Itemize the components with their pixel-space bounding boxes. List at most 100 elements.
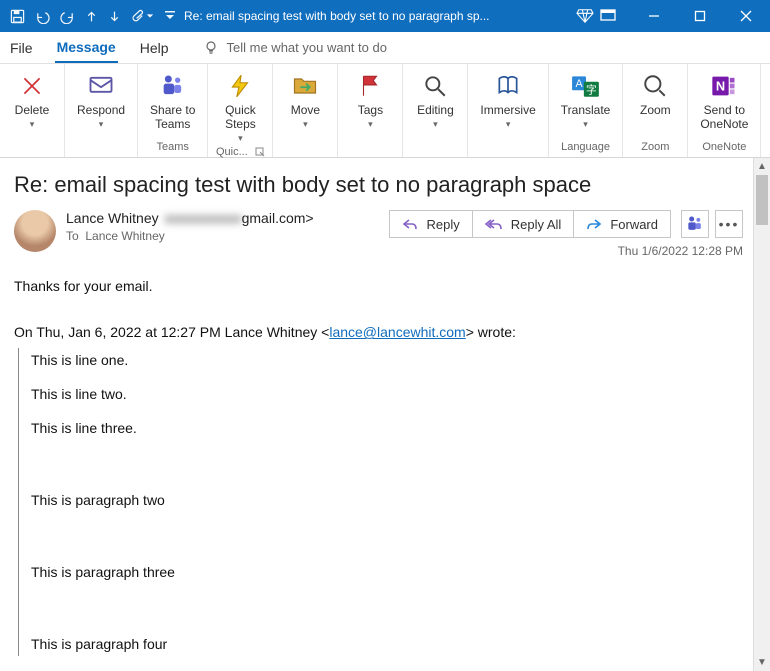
scroll-up-arrow[interactable]: ▲ — [754, 158, 770, 175]
tab-file[interactable]: File — [8, 34, 35, 62]
group-label: Teams — [157, 139, 189, 155]
search-icon — [419, 70, 451, 102]
teams-chat-button[interactable] — [681, 210, 709, 238]
share-to-teams-button[interactable]: Share to Teams — [144, 68, 201, 134]
next-item-icon[interactable] — [108, 9, 121, 24]
tags-button[interactable]: Tags ▾ — [344, 68, 396, 132]
delete-icon — [16, 70, 48, 102]
group-label: Language — [561, 139, 610, 155]
group-label: Zoom — [641, 139, 669, 155]
reply-all-icon — [485, 217, 503, 231]
translate-button[interactable]: A字 Translate ▾ — [555, 68, 617, 132]
message-area: Re: email spacing test with body set to … — [0, 158, 770, 671]
message-body: Thanks for your email. — [14, 276, 743, 296]
move-button[interactable]: Move ▾ — [279, 68, 331, 132]
group-onenote: N Send to OneNote OneNote — [688, 64, 761, 157]
group-tags: Tags ▾ — [338, 64, 403, 157]
chevron-down-icon: ▾ — [433, 119, 438, 130]
vertical-scrollbar[interactable]: ▲ ▼ — [753, 158, 770, 671]
group-label: OneNote — [702, 139, 746, 155]
group-editing: Editing ▾ — [403, 64, 468, 157]
scroll-thumb[interactable] — [756, 175, 768, 225]
editing-button[interactable]: Editing ▾ — [409, 68, 461, 132]
message-pane: Re: email spacing test with body set to … — [0, 158, 753, 671]
teams-icon — [685, 214, 705, 234]
group-quick-steps: Quick Steps ▾ Quic... — [208, 64, 273, 157]
group-addin: Viva Insights Add-in — [761, 64, 770, 157]
lightbulb-icon — [203, 40, 219, 56]
group-teams: Share to Teams Teams — [138, 64, 208, 157]
respond-icon — [85, 70, 117, 102]
quoted-sender-email-link[interactable]: lance@lancewhit.com — [329, 324, 465, 340]
more-actions-button[interactable]: ••• — [715, 210, 743, 238]
chevron-down-icon: ▾ — [30, 119, 35, 130]
maximize-button[interactable] — [686, 2, 714, 30]
reply-button[interactable]: Reply — [389, 210, 472, 238]
quoted-paragraph: This is paragraph two — [31, 492, 743, 508]
group-language: A字 Translate ▾ Language — [549, 64, 624, 157]
teams-icon — [157, 70, 189, 102]
close-button[interactable] — [732, 2, 760, 30]
quoted-line: This is line two. — [31, 386, 743, 402]
recipient-line: To Lance Whitney — [66, 229, 389, 243]
attach-icon[interactable] — [131, 9, 154, 24]
delete-button[interactable]: Delete ▾ — [6, 68, 58, 132]
window-controls — [594, 2, 766, 30]
ribbon-tabs: File Message Help Tell me what you want … — [0, 32, 770, 64]
quoted-line: This is line one. — [31, 352, 743, 368]
minimize-button[interactable] — [640, 2, 668, 30]
ellipsis-icon: ••• — [719, 216, 740, 232]
group-immersive: Immersive ▾ — [468, 64, 548, 157]
group-move: Move ▾ — [273, 64, 338, 157]
quoted-paragraph: This is paragraph three — [31, 564, 743, 580]
send-to-onenote-button[interactable]: N Send to OneNote — [694, 68, 754, 134]
group-delete: Delete ▾ — [0, 64, 65, 157]
translate-icon: A字 — [570, 70, 602, 102]
book-icon — [492, 70, 524, 102]
group-zoom: Zoom Zoom — [623, 64, 688, 157]
onenote-icon: N — [708, 70, 740, 102]
qat-customize-icon[interactable] — [164, 10, 176, 22]
svg-text:N: N — [716, 79, 725, 94]
forward-button[interactable]: Forward — [573, 210, 671, 238]
tell-me-search[interactable]: Tell me what you want to do — [203, 40, 387, 56]
chevron-down-icon: ▾ — [99, 119, 104, 130]
previous-item-icon[interactable] — [85, 9, 98, 24]
redo-icon[interactable] — [60, 9, 75, 24]
sender-avatar[interactable] — [14, 210, 56, 252]
quote-intro: On Thu, Jan 6, 2022 at 12:27 PM Lance Wh… — [14, 324, 743, 340]
ribbon-display-icon[interactable] — [594, 2, 622, 30]
chevron-down-icon: ▾ — [506, 119, 511, 130]
chevron-down-icon: ▾ — [583, 119, 588, 130]
tab-help[interactable]: Help — [138, 34, 171, 62]
quoted-paragraph: This is paragraph four — [31, 636, 743, 652]
svg-text:A: A — [575, 78, 583, 90]
sender-email: xxxxxxxxxxxgmail.com> — [165, 210, 314, 226]
undo-icon[interactable] — [35, 9, 50, 24]
scroll-down-arrow[interactable]: ▼ — [754, 654, 770, 671]
chevron-down-icon: ▾ — [368, 119, 373, 130]
immersive-button[interactable]: Immersive ▾ — [474, 68, 541, 132]
chevron-down-icon: ▾ — [303, 119, 308, 130]
quick-steps-button[interactable]: Quick Steps ▾ — [214, 68, 266, 146]
premium-diamond-icon[interactable] — [576, 8, 594, 24]
lightning-icon — [224, 70, 256, 102]
quoted-message: This is line one. This is line two. This… — [18, 348, 743, 656]
quick-access-toolbar — [4, 9, 176, 24]
save-icon[interactable] — [10, 9, 25, 24]
respond-button[interactable]: Respond ▾ — [71, 68, 131, 132]
svg-text:字: 字 — [586, 84, 597, 97]
sender-name: Lance Whitney — [66, 210, 159, 226]
recipient-name: Lance Whitney — [85, 229, 164, 243]
response-actions: Reply Reply All Forward — [389, 210, 671, 238]
ribbon: Delete ▾ Respond ▾ Share to Teams Teams — [0, 64, 770, 158]
reply-all-button[interactable]: Reply All — [472, 210, 575, 238]
tab-message[interactable]: Message — [55, 33, 118, 63]
flag-icon — [354, 70, 386, 102]
title-bar: Re: email spacing test with body set to … — [0, 0, 770, 32]
window-title: Re: email spacing test with body set to … — [176, 9, 498, 23]
body-paragraph: Thanks for your email. — [14, 276, 743, 296]
zoom-icon — [639, 70, 671, 102]
zoom-button[interactable]: Zoom — [629, 68, 681, 120]
message-subject: Re: email spacing test with body set to … — [14, 172, 743, 198]
